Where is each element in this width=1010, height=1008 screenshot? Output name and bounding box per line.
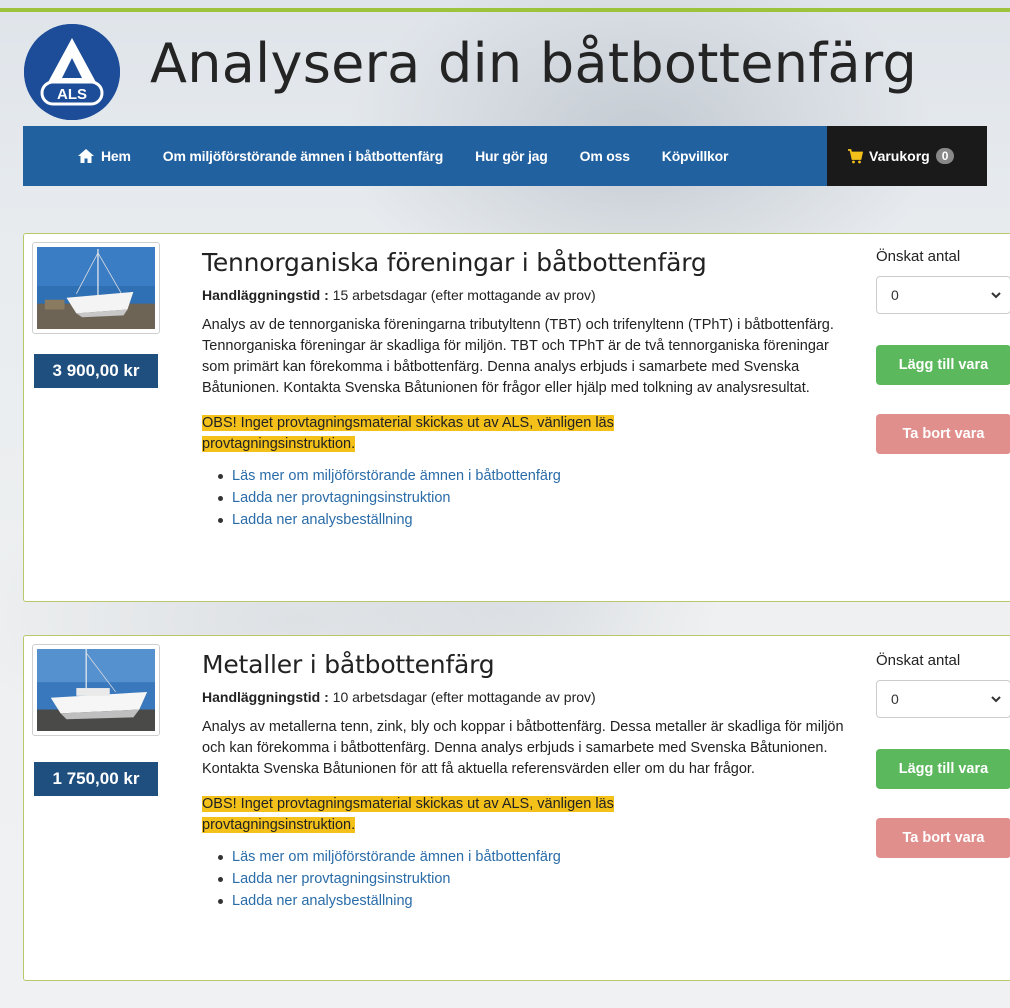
top-accent-line: [0, 8, 1010, 12]
boat-image: [37, 649, 155, 731]
product-description: Analys av metallerna tenn, zink, bly och…: [202, 719, 844, 777]
nav-item-kopvillkor[interactable]: Köpvillkor: [661, 126, 729, 186]
quantity-select[interactable]: 0: [876, 680, 1010, 718]
remove-from-cart-button[interactable]: Ta bort vara: [876, 818, 1010, 858]
list-item: Ladda ner provtagningsinstruktion: [218, 868, 852, 890]
cart-count-badge: 0: [935, 148, 955, 164]
nav-item-om-oss[interactable]: Om oss: [580, 126, 630, 186]
nav-item-hur-gor-jag[interactable]: Hur gör jag: [475, 126, 548, 186]
quantity-select[interactable]: 0: [876, 276, 1010, 314]
product-card: 3 900,00 kr Tennorganiska föreningar i b…: [23, 233, 1010, 602]
link-read-more[interactable]: Läs mer om miljöförstörande ämnen i båtb…: [232, 468, 561, 484]
page-title: Analysera din båtbottenfärg: [150, 32, 918, 95]
quantity-value: 0: [891, 287, 899, 303]
nav-item-label: Om miljöförstörande ämnen i båtbottenfär…: [162, 148, 444, 164]
nav-item-label: Hur gör jag: [475, 148, 548, 164]
product-title: Tennorganiska föreningar i båtbottenfärg: [202, 248, 707, 277]
logo-text: ALS: [57, 86, 87, 103]
link-download-sampling-instructions[interactable]: Ladda ner provtagningsinstruktion: [232, 490, 450, 506]
link-download-sampling-instructions[interactable]: Ladda ner provtagningsinstruktion: [232, 871, 450, 887]
obs-notice: OBS! Inget provtagningsmaterial skickas …: [202, 794, 672, 836]
add-to-cart-button[interactable]: Lägg till vara: [876, 345, 1010, 385]
nav-item-miljostorande[interactable]: Om miljöförstörande ämnen i båtbottenfär…: [162, 126, 444, 186]
link-download-order-form[interactable]: Ladda ner analysbeställning: [232, 893, 413, 909]
list-item: Läs mer om miljöförstörande ämnen i båtb…: [218, 465, 852, 487]
product-title: Metaller i båtbottenfärg: [202, 650, 495, 679]
chevron-down-icon: [991, 292, 1001, 299]
nav-home-label: Hem: [101, 148, 131, 164]
list-item: Ladda ner analysbeställning: [218, 509, 852, 531]
product-content: Tennorganiska föreningar i båtbottenfärg…: [202, 248, 852, 531]
cart-icon: [848, 149, 863, 164]
product-links: Läs mer om miljöförstörande ämnen i båtb…: [202, 846, 852, 912]
handling-time: Handläggningstid : 10 arbetsdagar (efter…: [202, 689, 852, 705]
product-links: Läs mer om miljöförstörande ämnen i båtb…: [202, 465, 852, 531]
nav-item-label: Om oss: [579, 148, 630, 164]
als-logo[interactable]: ALS: [24, 24, 120, 120]
product-thumbnail[interactable]: [32, 644, 160, 736]
remove-from-cart-button[interactable]: Ta bort vara: [876, 414, 1010, 454]
boat-image: [37, 247, 155, 329]
cart-label: Varukorg: [869, 148, 930, 164]
product-price: 1 750,00 kr: [34, 762, 158, 796]
quantity-label: Önskat antal: [876, 248, 961, 265]
quantity-value: 0: [891, 691, 899, 707]
product-description: Analys av de tennorganiska föreningarna …: [202, 317, 834, 396]
handling-time: Handläggningstid : 15 arbetsdagar (efter…: [202, 287, 852, 303]
handling-label: Handläggningstid :: [202, 287, 329, 303]
chevron-down-icon: [991, 696, 1001, 703]
product-card: 1 750,00 kr Metaller i båtbottenfärg Han…: [23, 635, 1010, 981]
handling-value: 15 arbetsdagar (efter mottagande av prov…: [328, 287, 596, 303]
nav-home[interactable]: Hem: [78, 126, 131, 186]
list-item: Ladda ner analysbeställning: [218, 890, 852, 912]
list-item: Läs mer om miljöförstörande ämnen i båtb…: [218, 846, 852, 868]
add-to-cart-button[interactable]: Lägg till vara: [876, 749, 1010, 789]
product-price: 3 900,00 kr: [34, 354, 158, 388]
product-content: Metaller i båtbottenfärg Handläggningsti…: [202, 650, 852, 912]
handling-label: Handläggningstid :: [202, 689, 329, 705]
obs-text: OBS! Inget provtagningsmaterial skickas …: [202, 415, 614, 452]
link-download-order-form[interactable]: Ladda ner analysbeställning: [232, 512, 413, 528]
nav-cart[interactable]: Varukorg 0: [827, 126, 987, 186]
home-icon: [78, 149, 94, 163]
handling-value: 10 arbetsdagar (efter mottagande av prov…: [328, 689, 596, 705]
obs-notice: OBS! Inget provtagningsmaterial skickas …: [202, 413, 672, 455]
nav-item-label: Köpvillkor: [661, 148, 729, 164]
quantity-label: Önskat antal: [876, 652, 961, 669]
list-item: Ladda ner provtagningsinstruktion: [218, 487, 852, 509]
obs-text: OBS! Inget provtagningsmaterial skickas …: [202, 796, 614, 833]
link-read-more[interactable]: Läs mer om miljöförstörande ämnen i båtb…: [232, 849, 561, 865]
main-nav: Hem Om miljöförstörande ämnen i båtbotte…: [23, 126, 987, 186]
product-thumbnail[interactable]: [32, 242, 160, 334]
